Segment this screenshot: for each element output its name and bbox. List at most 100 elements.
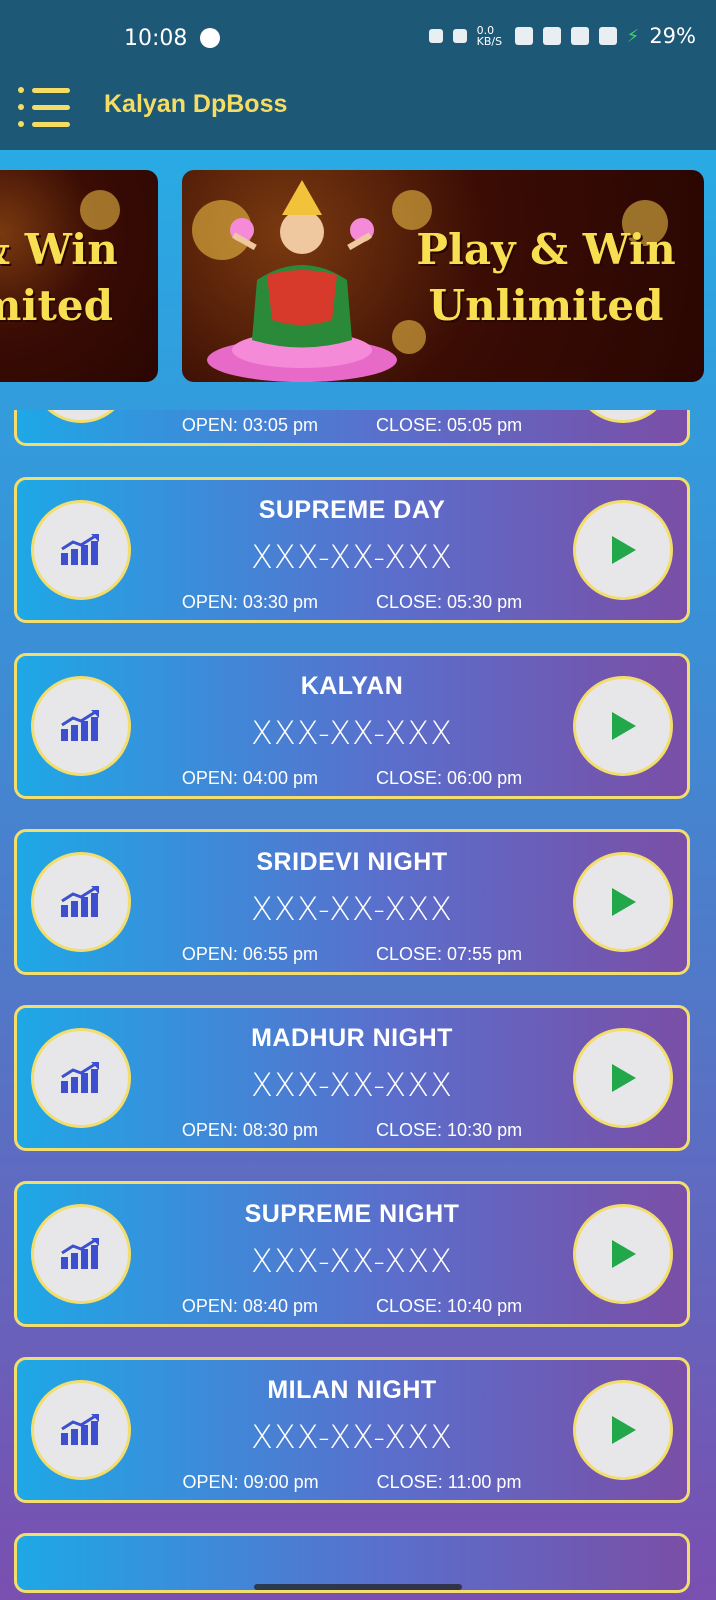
gesture-nav-bar[interactable] bbox=[254, 1584, 462, 1590]
banner-carousel[interactable]: & Win mited Play & Win Unlimited bbox=[0, 150, 716, 410]
game-times: OPEN: 08:30 pm CLOSE: 10:30 pm bbox=[137, 1120, 567, 1141]
chart-button[interactable] bbox=[31, 1204, 131, 1304]
close-time: 05:05 pm bbox=[447, 415, 523, 435]
status-icons: 0.0 KB/S ⚡ 29% bbox=[428, 24, 696, 48]
game-list[interactable]: OPEN: 03:05 pm CLOSE: 05:05 pm SUPREME D… bbox=[0, 410, 716, 1600]
game-name: MILAN NIGHT bbox=[267, 1376, 437, 1404]
banner-slide-main[interactable]: Play & Win Unlimited bbox=[182, 170, 704, 382]
app-title: Kalyan DpBoss bbox=[104, 90, 288, 118]
chart-button[interactable] bbox=[31, 500, 131, 600]
close-time: 10:30 pm bbox=[447, 1120, 523, 1140]
close-time: 06:00 pm bbox=[447, 768, 523, 788]
close-label: CLOSE: bbox=[376, 592, 443, 612]
banner-main-text: Play & Win Unlimited bbox=[396, 222, 696, 334]
game-card[interactable]: SUPREME DAY XXX-XX-XXX OPEN: 03:30 pm CL… bbox=[14, 477, 690, 623]
game-times: OPEN: 09:00 pm CLOSE: 11:00 pm bbox=[137, 1472, 567, 1493]
game-times: OPEN: 04:00 pm CLOSE: 06:00 pm bbox=[137, 768, 567, 789]
banner-prev-line1: & Win bbox=[0, 225, 118, 274]
bluetooth-icon bbox=[452, 29, 467, 43]
banner-prev-text: & Win mited bbox=[0, 222, 130, 334]
play-button[interactable] bbox=[573, 1028, 673, 1128]
game-name: KALYAN bbox=[300, 672, 404, 700]
chart-button[interactable] bbox=[31, 852, 131, 952]
play-button[interactable] bbox=[573, 676, 673, 776]
game-result: XXX-XX-XXX bbox=[250, 1242, 454, 1280]
chart-icon bbox=[61, 709, 99, 741]
game-card[interactable]: OPEN: 03:05 pm CLOSE: 05:05 pm bbox=[14, 410, 690, 446]
status-time: 10:08 bbox=[124, 26, 188, 51]
game-result: XXX-XX-XXX bbox=[250, 1418, 454, 1456]
open-label: OPEN: bbox=[182, 1472, 239, 1492]
open-time: 04:00 pm bbox=[242, 768, 318, 788]
menu-dot bbox=[18, 121, 24, 127]
open-label: OPEN: bbox=[181, 944, 238, 964]
menu-dot bbox=[18, 87, 24, 93]
menu-bar bbox=[32, 88, 70, 93]
game-card[interactable]: MILAN NIGHT XXX-XX-XXX OPEN: 09:00 pm CL… bbox=[14, 1357, 690, 1503]
play-button[interactable] bbox=[573, 1380, 673, 1480]
play-button[interactable] bbox=[573, 410, 673, 423]
open-time: 03:30 pm bbox=[242, 592, 318, 612]
play-icon bbox=[612, 1064, 636, 1092]
game-card[interactable]: MADHUR NIGHT XXX-XX-XXX OPEN: 08:30 pm C… bbox=[14, 1005, 690, 1151]
chart-icon bbox=[61, 1061, 99, 1093]
game-times: OPEN: 03:05 pm CLOSE: 05:05 pm bbox=[137, 415, 567, 436]
chart-button[interactable] bbox=[31, 1380, 131, 1480]
chart-button[interactable] bbox=[31, 410, 131, 423]
mute-icon bbox=[428, 29, 443, 43]
close-label: CLOSE: bbox=[376, 1472, 443, 1492]
close-label: CLOSE: bbox=[376, 768, 443, 788]
play-icon bbox=[612, 536, 636, 564]
chart-icon bbox=[61, 885, 99, 917]
game-name: MADHUR NIGHT bbox=[251, 1024, 453, 1052]
banner-prev-line2: mited bbox=[0, 281, 113, 330]
signal-icon-1 bbox=[570, 27, 589, 45]
game-name: SUPREME NIGHT bbox=[244, 1200, 460, 1228]
play-button[interactable] bbox=[573, 500, 673, 600]
close-time: 05:30 pm bbox=[447, 592, 523, 612]
menu-bar bbox=[32, 105, 70, 110]
chart-icon bbox=[61, 533, 99, 565]
chart-icon bbox=[61, 1413, 99, 1445]
battery-level: 29% bbox=[649, 24, 696, 48]
close-label: CLOSE: bbox=[376, 415, 443, 435]
play-button[interactable] bbox=[573, 852, 673, 952]
net-speed: 0.0 KB/S bbox=[476, 24, 503, 48]
wifi-icon bbox=[514, 27, 533, 45]
game-result: XXX-XX-XXX bbox=[250, 890, 454, 928]
game-times: OPEN: 06:55 pm CLOSE: 07:55 pm bbox=[137, 944, 567, 965]
play-icon bbox=[612, 1240, 636, 1268]
close-label: CLOSE: bbox=[376, 1296, 443, 1316]
chart-button[interactable] bbox=[31, 1028, 131, 1128]
charging-icon: ⚡ bbox=[626, 25, 640, 47]
menu-bar bbox=[32, 122, 70, 127]
menu-icon[interactable] bbox=[18, 86, 70, 130]
open-label: OPEN: bbox=[181, 1296, 238, 1316]
signal-icon-2 bbox=[598, 27, 617, 45]
game-times: OPEN: 08:40 pm CLOSE: 10:40 pm bbox=[137, 1296, 567, 1317]
game-result: XXX-XX-XXX bbox=[250, 1066, 454, 1104]
play-button[interactable] bbox=[573, 1204, 673, 1304]
close-time: 10:40 pm bbox=[447, 1296, 523, 1316]
open-label: OPEN: bbox=[181, 1120, 238, 1140]
wifi-call-icon bbox=[542, 27, 561, 45]
play-icon bbox=[612, 888, 636, 916]
game-card[interactable]: SUPREME NIGHT XXX-XX-XXX OPEN: 08:40 pm … bbox=[14, 1181, 690, 1327]
banner-slide-prev[interactable]: & Win mited bbox=[0, 170, 158, 382]
game-result: XXX-XX-XXX bbox=[250, 714, 454, 752]
open-time: 08:40 pm bbox=[242, 1296, 318, 1316]
open-label: OPEN: bbox=[181, 415, 238, 435]
banner-main-line1: Play & Win bbox=[416, 225, 676, 274]
game-card[interactable]: KALYAN XXX-XX-XXX OPEN: 04:00 pm CLOSE: … bbox=[14, 653, 690, 799]
open-label: OPEN: bbox=[181, 768, 238, 788]
app-notification-icon bbox=[200, 28, 220, 48]
goddess-illustration bbox=[207, 180, 397, 382]
open-time: 06:55 pm bbox=[242, 944, 318, 964]
status-bar: 10:08 0.0 KB/S ⚡ 29% bbox=[0, 0, 716, 80]
chart-button[interactable] bbox=[31, 676, 131, 776]
game-card[interactable]: SRIDEVI NIGHT XXX-XX-XXX OPEN: 06:55 pm … bbox=[14, 829, 690, 975]
app-bar: Kalyan DpBoss bbox=[0, 80, 716, 150]
game-result: XXX-XX-XXX bbox=[250, 538, 454, 576]
play-icon bbox=[612, 712, 636, 740]
chart-icon bbox=[61, 1237, 99, 1269]
